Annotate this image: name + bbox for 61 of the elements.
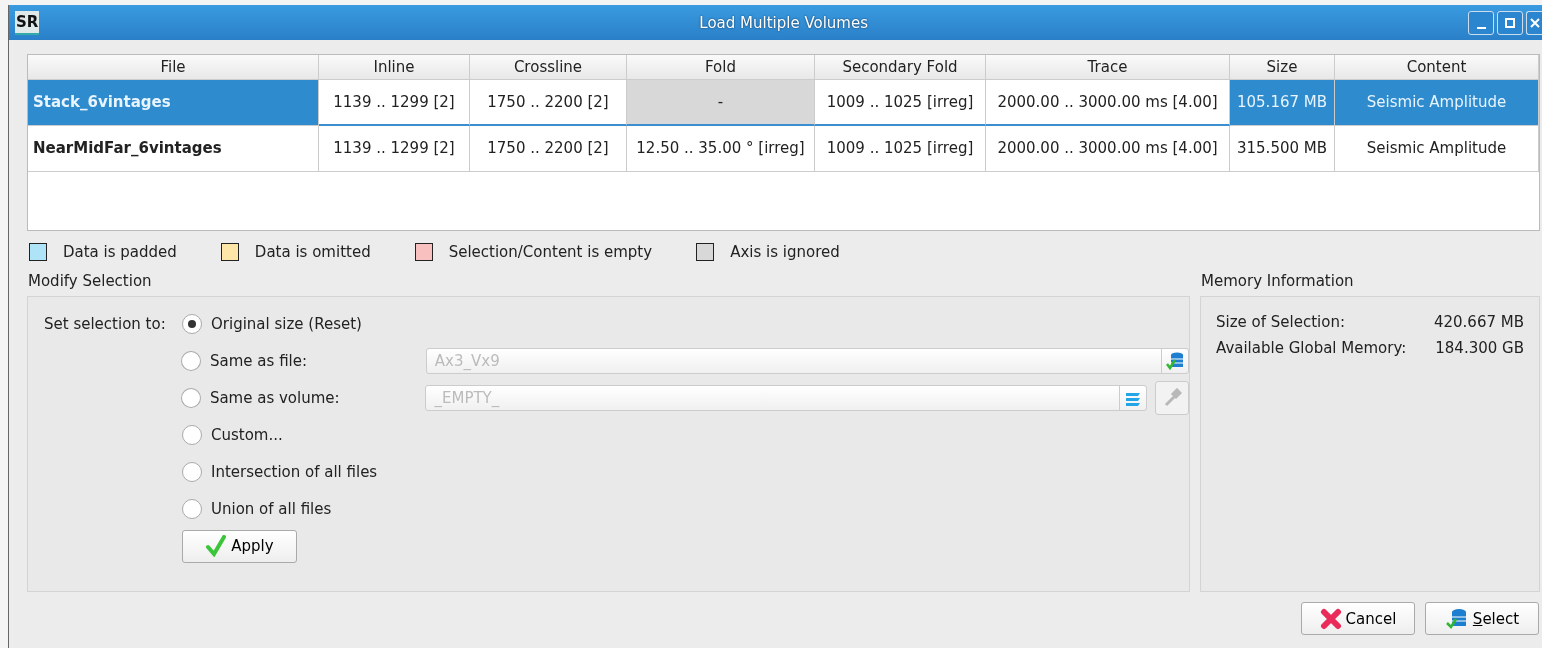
column-header[interactable]: Inline [319,55,470,80]
option-label[interactable]: Custom... [211,426,403,444]
maximize-button[interactable] [1497,10,1523,35]
column-header[interactable]: Secondary Fold [815,55,986,80]
eyedropper-icon [1162,388,1183,408]
column-header[interactable]: File [28,55,319,80]
memory-label: Available Global Memory: [1216,339,1407,357]
option-label[interactable]: Same as file: [210,352,401,370]
column-header[interactable]: Content [1335,55,1539,80]
table-cell: - [627,80,815,126]
maximize-icon [1505,17,1515,28]
column-header[interactable]: Trace [986,55,1230,80]
radio-button[interactable] [182,499,202,519]
radio-button[interactable] [181,388,201,408]
radio-button[interactable] [181,351,202,371]
selection-prompt: Set selection to: [44,315,167,333]
memory-label: Size of Selection: [1216,313,1345,331]
app-logo: SR [15,10,40,35]
close-icon [1529,17,1540,28]
table-cell: Seismic Amplitude [1335,80,1539,126]
radio-button[interactable] [182,462,202,482]
table-cell: Seismic Amplitude [1335,126,1539,172]
checkmark-icon [205,535,228,557]
minimize-button[interactable] [1468,10,1494,35]
table-cell: 1009 .. 1025 [irreg] [815,126,986,172]
legend-label: Data is omitted [254,243,371,261]
column-header[interactable]: Fold [627,55,815,80]
cancel-button[interactable]: Cancel [1301,602,1415,635]
column-header[interactable]: Size [1230,55,1335,80]
database-check-icon [1165,351,1185,371]
database-check-icon [1444,607,1469,630]
memory-value: 184.300 GB [1435,339,1524,357]
table-cell: 1750 .. 2200 [2] [470,126,627,172]
select-button[interactable]: Select [1425,602,1539,635]
minimize-icon [1476,26,1486,29]
option-label[interactable]: Union of all files [211,500,403,518]
group-title: Modify Selection [27,271,153,292]
cross-icon [1319,607,1342,630]
close-button[interactable] [1526,10,1542,35]
table-cell: 1009 .. 1025 [irreg] [815,80,986,126]
option-label[interactable]: Original size (Reset) [211,315,403,333]
table-cell: 105.167 MB [1230,80,1335,126]
radio-button[interactable] [182,425,202,445]
table-cell[interactable]: NearMidFar_6vintages [28,126,319,172]
window-title: Load Multiple Volumes [698,13,870,32]
table-cell: 12.50 .. 35.00 ° [irreg] [627,126,815,172]
table-cell: 315.500 MB [1230,126,1335,172]
option-label[interactable]: Intersection of all files [211,463,403,481]
apply-button[interactable]: Apply [182,529,297,563]
group-title: Memory Information [1200,271,1355,292]
memory-value: 420.667 MB [1433,313,1524,331]
radio-button[interactable] [182,314,202,334]
table-cell: 2000.00 .. 3000.00 ms [4.00] [986,126,1230,172]
table-cell: 1139 .. 1299 [2] [319,80,470,126]
column-header[interactable]: Crossline [470,55,627,80]
option-label[interactable]: Same as volume: [209,389,401,407]
table-cell: 1139 .. 1299 [2] [319,126,470,172]
picker-button[interactable] [1155,381,1189,415]
legend-label: Axis is ignored [730,243,840,261]
legend-label: Data is padded [63,243,177,261]
legend-label: Selection/Content is empty [448,243,653,261]
